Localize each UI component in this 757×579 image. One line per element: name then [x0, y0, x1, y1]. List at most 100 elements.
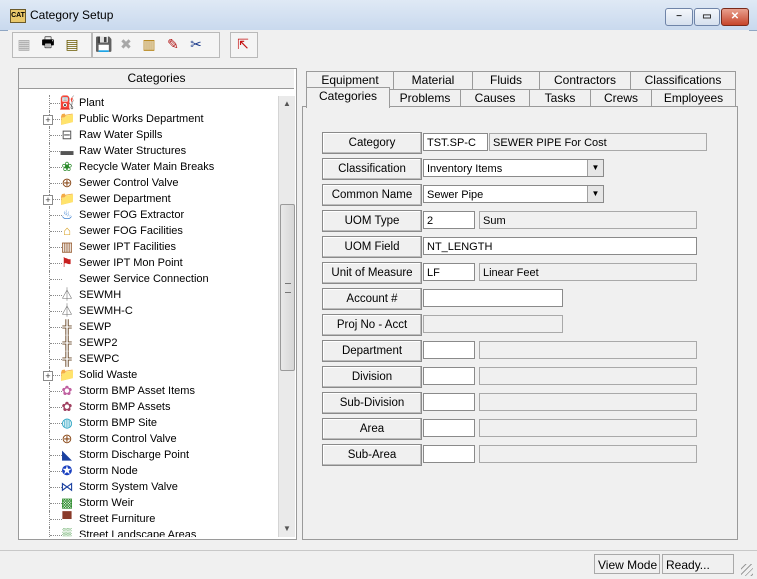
tab-material[interactable]: Material — [393, 71, 473, 89]
tree-item[interactable]: ⏃ SEWMH-C — [19, 303, 277, 319]
division-code-field[interactable] — [423, 367, 475, 385]
sub-area-code-field[interactable] — [423, 445, 475, 463]
tree-item[interactable]: ⋈ Storm System Valve — [19, 479, 277, 495]
sub-division-button[interactable]: Sub-Division — [322, 392, 422, 414]
tree-item-label: Solid Waste — [79, 369, 138, 381]
tab-causes[interactable]: Causes — [460, 89, 530, 107]
expand-icon[interactable]: + — [43, 371, 53, 381]
chevron-down-icon[interactable]: ▼ — [587, 160, 603, 176]
tree-item-label: Raw Water Structures — [79, 145, 187, 157]
tree-item[interactable]: ❀ Recycle Water Main Breaks — [19, 159, 277, 175]
common-name-button[interactable]: Common Name — [322, 184, 422, 206]
tree-item[interactable]: ✪ Storm Node — [19, 463, 277, 479]
unit-of-measure-code-field[interactable]: LF — [423, 263, 475, 281]
tree-connector — [50, 279, 62, 280]
tree-item[interactable]: + 📁 Sewer Department — [19, 191, 277, 207]
classification-select[interactable]: Inventory Items ▼ — [423, 159, 604, 177]
expand-icon[interactable]: + — [43, 115, 53, 125]
tree-item[interactable]: ╬ SEWPC — [19, 351, 277, 367]
classification-button[interactable]: Classification — [322, 158, 422, 180]
print-icon[interactable]: 🖶 — [38, 34, 58, 54]
tab-fluids[interactable]: Fluids — [472, 71, 540, 89]
tab-categories[interactable]: Categories — [306, 87, 390, 108]
sub-area-description-field — [479, 445, 697, 463]
tab-crews[interactable]: Crews — [590, 89, 652, 107]
tree-item[interactable]: ⌂ Sewer FOG Facilities — [19, 223, 277, 239]
edit-pencil-icon[interactable]: ✎ — [163, 34, 183, 54]
tree-item[interactable]: ♨ Sewer FOG Extractor — [19, 207, 277, 223]
division-button[interactable]: Division — [322, 366, 422, 388]
tree-scrollbar[interactable]: ▲ ▼ — [278, 96, 295, 537]
sub-area-button[interactable]: Sub-Area — [322, 444, 422, 466]
tree-item[interactable]: ▒ Street Landscape Areas — [19, 527, 277, 537]
account-field[interactable] — [423, 289, 563, 307]
maximize-button[interactable]: ▭ — [694, 8, 720, 26]
area-button[interactable]: Area — [322, 418, 422, 440]
sub-division-code-field[interactable] — [423, 393, 475, 411]
new-icon[interactable]: ▦ — [14, 34, 34, 54]
tree-item[interactable]: ╬ SEWP2 — [19, 335, 277, 351]
pipe-segment-icon: ╬ — [62, 351, 72, 366]
tree-item[interactable]: ✿ Storm BMP Asset Items — [19, 383, 277, 399]
category-tree[interactable]: ⛽ Plant + 📁 Public Works Department ⊟ Raw Wate… — [19, 95, 277, 537]
department-code-field[interactable] — [423, 341, 475, 359]
tree-item-label: Public Works Department — [79, 113, 204, 125]
tree-item[interactable]: ◍ Storm BMP Site — [19, 415, 277, 431]
uom-field-input[interactable]: NT_LENGTH — [423, 237, 697, 255]
uom-type-code-field[interactable]: 2 — [423, 211, 475, 229]
delete-icon[interactable]: ✖ — [116, 34, 136, 54]
area-code-field[interactable] — [423, 419, 475, 437]
chevron-down-icon[interactable]: ▼ — [587, 186, 603, 202]
resize-grip-icon[interactable] — [741, 564, 753, 576]
department-button[interactable]: Department — [322, 340, 422, 362]
report-icon[interactable]: ▤ — [62, 34, 82, 54]
cut-icon[interactable]: ✂ — [186, 34, 206, 54]
tree-item-label: Sewer IPT Mon Point — [79, 257, 183, 269]
close-button[interactable]: ✕ — [721, 8, 749, 26]
tree-item[interactable]: ▀ Street Furniture — [19, 511, 277, 527]
category-code-field[interactable]: TST.SP-C — [423, 133, 488, 151]
tree-item[interactable]: ⊕ Storm Control Valve — [19, 431, 277, 447]
tree-item[interactable]: ⊕ Sewer Control Valve — [19, 175, 277, 191]
tree-item[interactable]: ▩ Storm Weir — [19, 495, 277, 511]
tree-item[interactable]: ◣ Storm Discharge Point — [19, 447, 277, 463]
extractor-icon: ♨ — [61, 207, 73, 222]
tree-item[interactable]: ⏃ SEWMH — [19, 287, 277, 303]
tree-item[interactable]: + 📁 Solid Waste — [19, 367, 277, 383]
category-button[interactable]: Category — [322, 132, 422, 154]
account-button[interactable]: Account # — [322, 288, 422, 310]
tree-item[interactable]: ╬ SEWP — [19, 319, 277, 335]
tab-contractors[interactable]: Contractors — [539, 71, 631, 89]
uom-field-button[interactable]: UOM Field — [322, 236, 422, 258]
save-icon[interactable]: 💾 — [94, 34, 114, 54]
tree-item[interactable]: ⊟ Raw Water Spills — [19, 127, 277, 143]
uom-type-button[interactable]: UOM Type — [322, 210, 422, 232]
tree-item[interactable]: ⛽ Plant — [19, 95, 277, 111]
tree-item-label: Raw Water Spills — [79, 129, 163, 141]
tree-item-label: SEWP — [79, 321, 112, 333]
minimize-button[interactable]: − — [665, 8, 693, 26]
tree-item[interactable]: Sewer Service Connection — [19, 271, 277, 287]
tab-problems[interactable]: Problems — [389, 89, 461, 107]
common-name-select[interactable]: Sewer Pipe ▼ — [423, 185, 604, 203]
tree-item[interactable]: ⚑ Sewer IPT Mon Point — [19, 255, 277, 271]
export-icon[interactable]: ⇱ — [233, 34, 253, 54]
tree-item[interactable]: + 📁 Public Works Department — [19, 111, 277, 127]
scroll-up-icon[interactable]: ▲ — [279, 96, 295, 112]
expand-icon[interactable]: + — [43, 195, 53, 205]
common-name-value: Sewer Pipe — [427, 189, 484, 201]
tree-item[interactable]: ✿ Storm BMP Assets — [19, 399, 277, 415]
tree-item[interactable]: ▥ Sewer IPT Facilities — [19, 239, 277, 255]
stack-icon[interactable]: ▥ — [139, 34, 159, 54]
unit-of-measure-button[interactable]: Unit of Measure — [322, 262, 422, 284]
folder-icon: 📁 — [59, 111, 76, 126]
classification-value: Inventory Items — [427, 163, 503, 175]
tree-item[interactable]: ▬ Raw Water Structures — [19, 143, 277, 159]
scroll-thumb[interactable] — [280, 204, 295, 371]
tab-tasks[interactable]: Tasks — [529, 89, 591, 107]
scroll-down-icon[interactable]: ▼ — [279, 521, 295, 537]
tab-classifications[interactable]: Classifications — [630, 71, 736, 89]
tab-employees[interactable]: Employees — [651, 89, 736, 107]
pipe-icon: ⛽ — [59, 95, 76, 110]
proj-no-button[interactable]: Proj No - Acct — [322, 314, 422, 336]
